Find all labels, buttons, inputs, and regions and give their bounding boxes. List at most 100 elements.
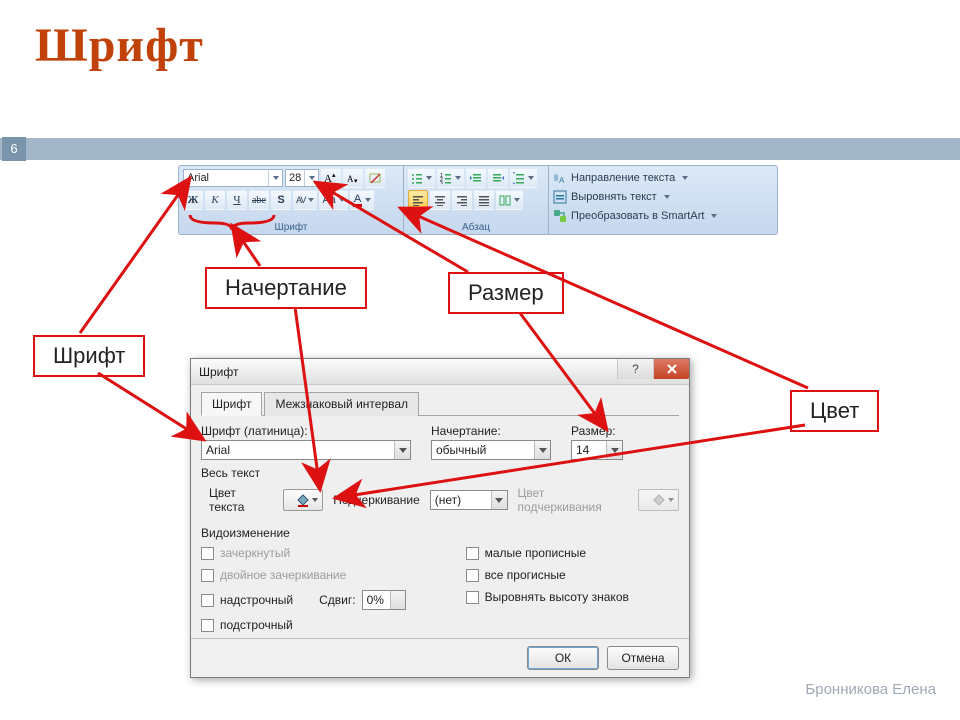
ribbon-paragraph-group: 123 (404, 166, 549, 234)
ribbon-para-caption: Абзац (408, 221, 544, 233)
label-font: Шрифт (латиница): (201, 424, 411, 438)
dialog-title: Шрифт (199, 365, 238, 379)
bold-button[interactable]: Ж (183, 190, 203, 210)
author-label: Бронникова Елена (805, 681, 936, 698)
text-color-button[interactable] (283, 489, 324, 511)
label-style: Начертание: (431, 424, 551, 438)
smartart-icon (553, 209, 567, 223)
bullets-button[interactable] (408, 168, 435, 188)
cancel-button[interactable]: Отмена (607, 646, 679, 670)
strikethrough-button[interactable]: abe (249, 190, 269, 210)
callout-size: Размер (448, 272, 564, 314)
callout-color: Цвет (790, 390, 879, 432)
underline-color-button[interactable] (638, 489, 679, 511)
chevron-down-icon[interactable] (491, 491, 507, 509)
section-effects: Видоизменение (201, 526, 679, 540)
section-all-text: Весь текст (201, 466, 679, 480)
font-name-input[interactable]: Arial (201, 440, 411, 460)
font-dialog: Шрифт ? Шрифт Межзнаковый интервал Шрифт… (190, 358, 690, 678)
checkbox-icon (201, 569, 214, 582)
columns-button[interactable] (496, 190, 523, 210)
tab-spacing[interactable]: Межзнаковый интервал (264, 392, 419, 416)
tab-font[interactable]: Шрифт (201, 392, 262, 416)
numbering-button[interactable]: 123 (437, 168, 464, 188)
chevron-down-icon[interactable] (534, 441, 550, 459)
font-name-combo[interactable]: Arial (183, 169, 283, 187)
align-justify-icon (478, 194, 490, 206)
label-text-color: Цвет текста (209, 486, 273, 514)
chk-small-caps[interactable]: малые прописные (466, 546, 629, 560)
svg-text:A: A (347, 174, 354, 184)
underline-button[interactable]: Ч (227, 190, 247, 210)
text-direction-button[interactable]: llA Направление текста (553, 170, 773, 186)
chevron-down-icon[interactable] (679, 172, 688, 184)
checkbox-icon (201, 619, 214, 632)
svg-text:ll: ll (554, 173, 558, 183)
bucket-icon (651, 492, 667, 508)
chevron-down-icon[interactable] (304, 170, 318, 186)
bullets-icon (411, 172, 423, 184)
decrease-indent-button[interactable] (466, 168, 486, 188)
change-case-button[interactable]: Aa (319, 190, 347, 210)
shrink-font-button[interactable]: A▾ (343, 168, 363, 188)
ribbon-font-caption: Шрифт (183, 221, 399, 233)
close-button[interactable] (653, 359, 689, 379)
align-text-button[interactable]: Выровнять текст (553, 189, 773, 205)
chk-strike[interactable]: зачеркнутый (201, 546, 406, 560)
dialog-tabs: Шрифт Межзнаковый интервал (201, 391, 679, 416)
align-justify-button[interactable] (474, 190, 494, 210)
line-spacing-icon (513, 172, 525, 184)
align-left-button[interactable] (408, 190, 428, 210)
chk-superscript[interactable]: надстрочный Сдвиг: 0% (201, 590, 406, 610)
page-bar (0, 138, 960, 160)
checkbox-icon (201, 547, 214, 560)
chevron-down-icon[interactable] (708, 210, 717, 222)
help-button[interactable]: ? (617, 359, 653, 379)
ribbon-font-group: Arial 28 A▴ A▾ Ж К (179, 166, 404, 234)
increase-indent-button[interactable] (488, 168, 508, 188)
dialog-titlebar[interactable]: Шрифт ? (191, 359, 689, 385)
convert-smartart-button[interactable]: Преобразовать в SmartArt (553, 208, 773, 224)
clear-format-button[interactable] (365, 168, 385, 188)
chevron-down-icon[interactable] (661, 191, 670, 203)
chevron-down-icon[interactable] (606, 441, 622, 459)
close-icon (666, 363, 678, 375)
text-shadow-button[interactable]: S (271, 190, 291, 210)
indent-right-icon (492, 172, 504, 184)
line-spacing-button[interactable] (510, 168, 537, 188)
callout-font: Шрифт (33, 335, 145, 377)
chk-all-caps[interactable]: все прогисные (466, 568, 629, 582)
ribbon: Arial 28 A▴ A▾ Ж К (178, 165, 778, 235)
font-color-button[interactable]: A (350, 190, 374, 210)
chevron-down-icon[interactable] (268, 170, 282, 186)
chevron-down-icon[interactable] (394, 441, 410, 459)
ok-button[interactable]: ОК (527, 646, 599, 670)
font-size-input[interactable]: 14 (571, 440, 623, 460)
chk-subscript[interactable]: подстрочный (201, 618, 406, 632)
offset-spin[interactable]: 0% (362, 590, 406, 610)
label-size: Размер: (571, 424, 625, 438)
bucket-icon (295, 492, 311, 508)
align-text-icon (553, 190, 567, 204)
align-right-button[interactable] (452, 190, 472, 210)
checkbox-icon (466, 547, 479, 560)
indent-left-icon (470, 172, 482, 184)
char-spacing-button[interactable]: AV (293, 190, 317, 210)
svg-text:▴: ▴ (332, 172, 336, 179)
grow-font-button[interactable]: A▴ (321, 168, 341, 188)
checkbox-icon (466, 569, 479, 582)
chk-double-strike[interactable]: двойное зачеркивание (201, 568, 406, 582)
align-center-button[interactable] (430, 190, 450, 210)
italic-button[interactable]: К (205, 190, 225, 210)
label-underline-color: Цвет подчеркивания (518, 486, 629, 514)
chk-equalize-height[interactable]: Выровнять высоту знаков (466, 590, 629, 604)
font-style-input[interactable]: обычный (431, 440, 551, 460)
ribbon-commands-group: llA Направление текста Выровнять текст П… (549, 166, 777, 234)
font-size-combo[interactable]: 28 (285, 169, 319, 187)
font-name-value: Arial (187, 172, 209, 184)
columns-icon (499, 194, 511, 206)
align-center-icon (434, 194, 446, 206)
svg-text:A: A (324, 173, 332, 185)
underline-style-input[interactable]: (нет) (430, 490, 508, 510)
checkbox-icon (201, 594, 214, 607)
